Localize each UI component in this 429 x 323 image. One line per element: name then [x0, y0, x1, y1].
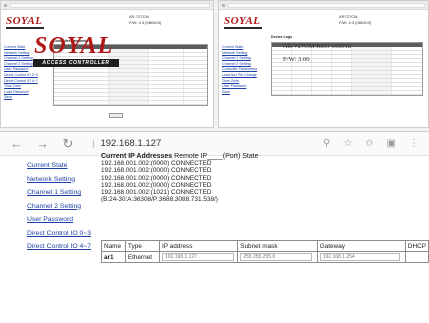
- sidebar-item-user-password[interactable]: User Password: [27, 213, 91, 227]
- thumbnail-sidebar: Current State Network Setting Channel 1 …: [4, 45, 38, 101]
- logo-subtitle: ACCESS CONTROLLER: [33, 59, 119, 67]
- thumbnail-address: [228, 2, 425, 8]
- favorites-icon[interactable]: ✩: [365, 138, 373, 149]
- table-header-row: Name Type IP address Subnet mask Gateway…: [101, 240, 429, 252]
- col-gateway: Gateway: [316, 240, 406, 252]
- ip-address-field[interactable]: [161, 253, 234, 261]
- bookmark-star-icon[interactable]: ☆: [343, 138, 352, 149]
- ip-connection-line: 192.168.001.002:(0000) CONNECTED: [101, 160, 212, 168]
- col-subnet: Subnet mask: [237, 240, 318, 252]
- thumb-link[interactable]: Save: [222, 90, 257, 96]
- thumbnail-submit-button[interactable]: [109, 113, 123, 118]
- sidebar-item-direct-io-4-7[interactable]: Direct Control IO 4~7: [27, 240, 91, 254]
- thumbnail-logo-bar: [6, 27, 44, 29]
- col-name: Name: [101, 240, 126, 252]
- address-bar[interactable]: | 192.168.1.127: [88, 138, 309, 149]
- device-info: AR-727CM HEO 190918 F/W: 3.00: [283, 40, 351, 66]
- forward-arrow-icon[interactable]: →: [36, 136, 49, 151]
- sidebar-item-channel-2[interactable]: Channel 2 Setting: [27, 200, 91, 214]
- more-icon[interactable]: ⋮: [409, 138, 419, 149]
- gateway-field[interactable]: [319, 253, 400, 261]
- thumbnail-fw: F/W: 4.3 (080403): [339, 20, 372, 25]
- ip-heading-rest: Remote IP____(Port) State: [172, 153, 259, 160]
- interface-table: Name Type IP address Subnet mask Gateway…: [101, 240, 429, 263]
- sidebar-nav: Current State Network Setting Channel 1 …: [27, 159, 91, 254]
- ip-connection-line: 192.168.001.002:(1021) CONNECTED: [101, 189, 212, 197]
- thumbnail-sidebar: Current State Network Setting Channel 1 …: [222, 45, 257, 95]
- thumbnail-info: AR727CM F/W: 4.3 (080403): [339, 14, 371, 26]
- sidebar-item-network-setting[interactable]: Network Setting: [27, 173, 91, 187]
- reload-icon[interactable]: ↻: [62, 136, 74, 152]
- toolbar-actions: ⚲ ☆ ✩ ▣ ⋮: [323, 138, 419, 149]
- cell-type: Ethernet: [124, 251, 160, 263]
- cell-mask: [237, 251, 318, 263]
- sidebar-item-channel-1[interactable]: Channel 1 Setting: [27, 186, 91, 200]
- address-separator: |: [92, 138, 95, 149]
- thumbnail-titlebar: [219, 1, 428, 10]
- sidebar-item-direct-io-0-3[interactable]: Direct Control IO 0~3: [27, 227, 91, 241]
- cell-name: ar1: [101, 251, 126, 263]
- col-type: Type: [124, 240, 160, 252]
- sidebar-item-current-state[interactable]: Current State: [27, 159, 91, 173]
- cell-gateway: [316, 251, 406, 263]
- firmware-line: F/W: 3.00: [283, 56, 310, 63]
- thumbnail-logo: SOYAL: [6, 15, 43, 27]
- thumb-link[interactable]: Save: [4, 95, 38, 101]
- thumbnail-info: AR-727CM F/W: 4.3 (080403): [129, 14, 161, 26]
- thumbnail-panel-title: Device Logs: [271, 35, 293, 39]
- address-text[interactable]: 192.168.1.127: [100, 138, 161, 149]
- col-ip: IP address: [158, 240, 239, 252]
- thumb-link[interactable]: Load Aux Pin Change: [222, 73, 257, 79]
- thumbnail-address: [10, 2, 210, 8]
- col-dhcp: DHCP: [404, 240, 429, 252]
- thumbnail-logo: SOYAL: [224, 15, 261, 27]
- subnet-mask-field[interactable]: [240, 253, 313, 261]
- current-state-panel: Current IP Addresses Remote IP____(Port)…: [101, 153, 427, 203]
- ip-connection-line: 192.168.001.002:(0000) CONNECTED: [101, 181, 212, 189]
- thumbnail-fw: F/W: 4.3 (080403): [129, 20, 162, 25]
- thumbnail-logo-bar: [224, 27, 262, 29]
- cell-ip: [158, 251, 239, 263]
- ip-heading-bold: Current IP Addresses: [101, 153, 173, 160]
- soyal-logo: SOYAL: [34, 33, 114, 59]
- window-dot-icon: [4, 3, 7, 7]
- collections-icon[interactable]: ▣: [387, 138, 396, 149]
- cell-dhcp: [404, 251, 429, 263]
- ip-heading: Current IP Addresses Remote IP____(Port)…: [101, 153, 427, 160]
- ip-connection-line: 192.168.001.002:(0000) CONNECTED: [101, 174, 212, 182]
- ip-connection-list: 192.168.001.002:(0000) CONNECTED 192.168…: [101, 160, 427, 203]
- back-arrow-icon[interactable]: ←: [10, 136, 23, 151]
- ip-connection-line: 192.168.001.002:(0000) CONNECTED: [101, 167, 212, 175]
- model-line: AR-727CM HEO 190918: [283, 43, 352, 50]
- table-row: ar1 Ethernet: [101, 251, 429, 263]
- zoom-icon[interactable]: ⚲: [323, 138, 330, 149]
- thumbnail-titlebar: [1, 1, 213, 10]
- window-dot-icon: [222, 3, 225, 7]
- thumb-link[interactable]: Direct Control IO 0~3: [4, 73, 38, 79]
- ip-counter-line: (B:24-30:A:36308/P:3688.3088.731.538/): [101, 196, 218, 204]
